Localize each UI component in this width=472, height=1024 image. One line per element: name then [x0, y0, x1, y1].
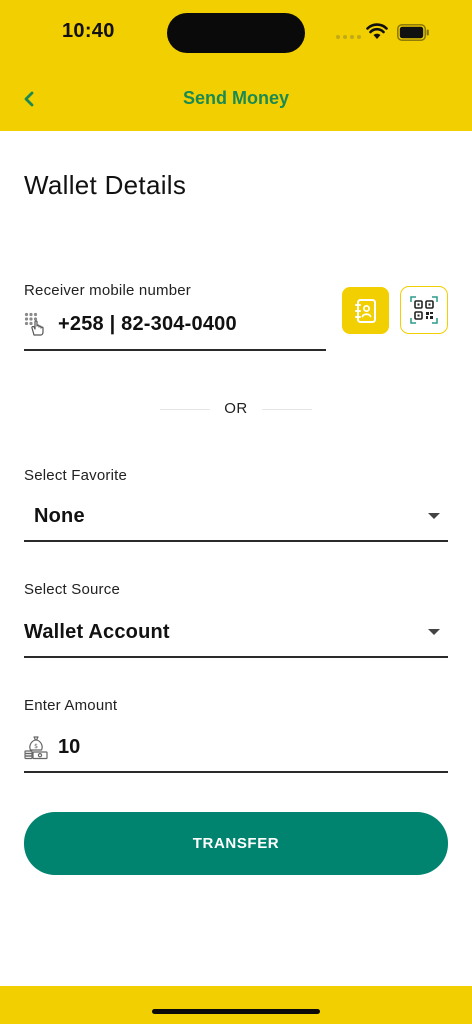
- or-divider: OR: [160, 400, 312, 420]
- battery-icon: [397, 24, 429, 41]
- source-selected-value: Wallet Account: [24, 621, 170, 643]
- contacts-button[interactable]: [342, 287, 389, 334]
- favorite-select[interactable]: None: [24, 495, 448, 541]
- favorite-label: Select Favorite: [24, 467, 128, 484]
- cellular-signal-icon: [336, 35, 361, 39]
- source-label: Select Source: [24, 581, 120, 598]
- contacts-book-icon: [354, 298, 376, 323]
- receiver-mobile-input[interactable]: [58, 313, 320, 336]
- source-select[interactable]: Wallet Account: [24, 610, 448, 656]
- dropdown-caret-icon: [428, 513, 440, 519]
- bottom-bar: [0, 986, 472, 1024]
- money-bag-icon: $: [24, 736, 48, 760]
- qr-scan-icon: [410, 296, 438, 324]
- dialpad-hand-icon: [24, 312, 44, 336]
- favorite-underline: [24, 540, 448, 542]
- app-header: 10:40 Send Money: [0, 0, 472, 131]
- amount-input[interactable]: [58, 736, 418, 759]
- wifi-icon: [366, 23, 388, 39]
- source-underline: [24, 656, 448, 658]
- home-indicator[interactable]: [152, 1009, 320, 1014]
- status-time: 10:40: [62, 20, 115, 42]
- header-title: Send Money: [182, 88, 289, 108]
- receiver-mobile-underline: [24, 349, 326, 351]
- dynamic-island: [167, 13, 305, 53]
- svg-text:$: $: [34, 743, 38, 750]
- receiver-mobile-label: Receiver mobile number: [24, 282, 191, 299]
- amount-label: Enter Amount: [24, 697, 118, 714]
- favorite-selected-value: None: [34, 505, 85, 527]
- page-title: Wallet Details: [24, 170, 187, 200]
- divider-line-right: [262, 409, 312, 410]
- transfer-button[interactable]: TRANSFER: [24, 812, 448, 875]
- dropdown-caret-icon: [428, 629, 440, 635]
- amount-underline: [24, 771, 448, 773]
- qr-scan-button[interactable]: [400, 286, 448, 334]
